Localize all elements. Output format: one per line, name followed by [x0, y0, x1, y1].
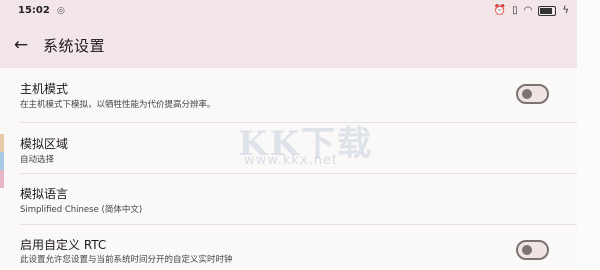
toggle-knob [522, 89, 532, 99]
edge-strip [0, 170, 4, 188]
status-icons: ⏰ ▯ ◠ ϟ [494, 4, 569, 18]
right-gutter [577, 0, 600, 270]
alarm-icon: ⏰ [493, 5, 507, 16]
watermark-url: www.kkx.net [244, 153, 339, 168]
charging-icon: ϟ [562, 5, 569, 16]
setting-subtitle: 自动选择 [20, 155, 55, 165]
custom-rtc-toggle[interactable] [516, 240, 549, 260]
edge-strip [0, 134, 4, 152]
setting-subtitle: Simplified Chinese (简体中文) [20, 205, 143, 215]
setting-title: 主机模式 [20, 82, 69, 96]
setting-row-custom-rtc[interactable]: 启用自定义 RTC 此设置允许您设置与当前系统时间分开的自定义实时时钟 [0, 225, 577, 270]
app-header: 15:02 ◎ ⏰ ▯ ◠ ϟ ← 系统设置 [0, 0, 577, 68]
status-bar: 15:02 ◎ ⏰ ▯ ◠ ϟ [0, 0, 577, 24]
battery-icon [538, 6, 557, 16]
setting-title: 模拟语言 [20, 187, 69, 201]
notification-dot-icon: ◎ [57, 6, 65, 16]
toggle-knob [522, 245, 532, 255]
setting-row-language[interactable]: 模拟语言 Simplified Chinese (简体中文) [0, 174, 577, 224]
page-title: 系统设置 [43, 37, 106, 55]
setting-title: 模拟区域 [20, 137, 69, 151]
status-time: 15:02 [18, 5, 50, 16]
vibrate-icon: ▯ [512, 5, 518, 16]
back-arrow-icon[interactable]: ← [10, 34, 32, 56]
setting-title: 启用自定义 RTC [20, 238, 107, 252]
host-mode-toggle[interactable] [516, 84, 549, 104]
setting-subtitle: 此设置允许您设置与当前系统时间分开的自定义实时时钟 [20, 255, 233, 265]
edge-strip [0, 152, 4, 170]
wifi-icon: ◠ [523, 5, 533, 16]
setting-row-host-mode[interactable]: 主机模式 在主机模式下模拟，以牺牲性能为代价提高分辨率。 [0, 68, 577, 122]
settings-screen: 15:02 ◎ ⏰ ▯ ◠ ϟ ← 系统设置 主机模式 在主机模式下模拟，以牺牲… [0, 0, 577, 270]
setting-subtitle: 在主机模式下模拟，以牺牲性能为代价提高分辨率。 [20, 100, 216, 110]
